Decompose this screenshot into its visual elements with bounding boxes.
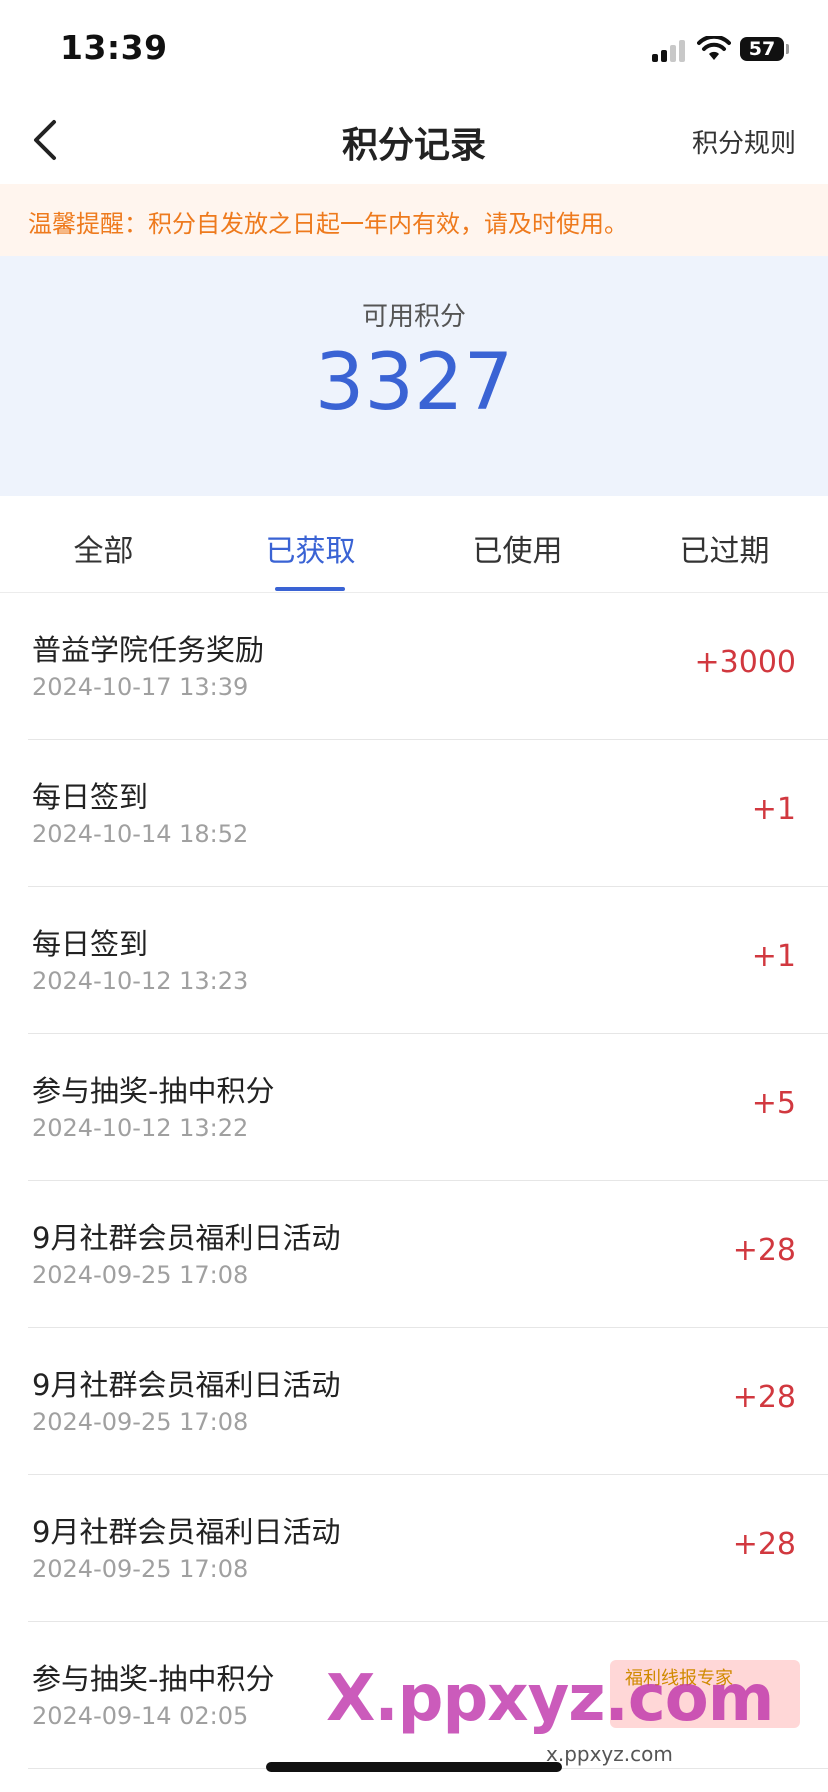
record-points: +1 [751, 939, 796, 974]
list-item[interactable]: 9月社群会员福利日活动 2024-09-25 17:08 +28 [28, 1181, 828, 1328]
record-title: 9月社群会员福利日活动 [32, 1368, 341, 1402]
record-date: 2024-09-14 02:05 [32, 1702, 249, 1730]
notice-text: 温馨提醒：积分自发放之日起一年内有效，请及时使用。 [28, 210, 628, 238]
list-item[interactable]: 每日签到 2024-10-14 18:52 +1 [28, 740, 828, 887]
record-title: 9月社群会员福利日活动 [32, 1221, 341, 1255]
record-points: +1 [751, 792, 796, 827]
record-title: 参与抽奖-抽中积分 [32, 1074, 275, 1108]
list-item[interactable]: 普益学院任务奖励 2024-10-17 13:39 +3000 [28, 593, 828, 740]
points-value: 3327 [314, 338, 514, 428]
status-time: 13:39 [60, 28, 168, 67]
wifi-icon [697, 36, 731, 60]
record-points: +5 [751, 1086, 796, 1121]
record-title: 每日签到 [32, 780, 149, 814]
record-points: +28 [732, 1380, 796, 1415]
tab-all[interactable]: 全部 [0, 526, 207, 570]
list-item[interactable]: 9月社群会员福利日活动 2024-09-25 17:08 +28 [28, 1328, 828, 1475]
record-date: 2024-09-25 17:08 [32, 1555, 249, 1583]
notice-banner: 温馨提醒：积分自发放之日起一年内有效，请及时使用。 [0, 184, 828, 256]
record-date: 2024-09-25 17:08 [32, 1408, 249, 1436]
tab-used[interactable]: 已使用 [414, 526, 621, 570]
home-indicator [266, 1762, 562, 1772]
record-points: +28 [732, 1233, 796, 1268]
list-item[interactable]: 参与抽奖-抽中积分 2024-09-14 02:05 [28, 1622, 828, 1769]
list-item[interactable]: 9月社群会员福利日活动 2024-09-25 17:08 +28 [28, 1475, 828, 1622]
record-date: 2024-10-12 13:22 [32, 1114, 249, 1142]
nav-bar: 积分记录 积分规则 [0, 96, 828, 184]
record-date: 2024-10-17 13:39 [32, 673, 249, 701]
record-points: +3000 [694, 645, 796, 680]
list-item[interactable]: 每日签到 2024-10-12 13:23 +1 [28, 887, 828, 1034]
tab-bar: 全部 已获取 已使用 已过期 [0, 496, 828, 593]
record-title: 普益学院任务奖励 [32, 633, 265, 667]
tab-earned[interactable]: 已获取 [207, 526, 414, 570]
record-date: 2024-10-12 13:23 [32, 967, 249, 995]
record-date: 2024-10-14 18:52 [32, 820, 249, 848]
battery-icon: 57 [740, 37, 784, 61]
tab-expired[interactable]: 已过期 [621, 526, 828, 570]
tab-active-indicator [275, 587, 345, 591]
points-label: 可用积分 [361, 302, 466, 332]
cellular-signal-icon [652, 40, 688, 62]
battery-tip [786, 44, 789, 54]
record-title: 参与抽奖-抽中积分 [32, 1662, 275, 1696]
list-item[interactable]: 参与抽奖-抽中积分 2024-10-12 13:22 +5 [28, 1034, 828, 1181]
status-bar: 13:39 57 [0, 0, 828, 96]
record-date: 2024-09-25 17:08 [32, 1261, 249, 1289]
points-panel: 可用积分 3327 [0, 256, 828, 496]
points-rules-link[interactable]: 积分规则 [692, 123, 796, 160]
record-title: 每日签到 [32, 927, 149, 961]
points-record-list: 普益学院任务奖励 2024-10-17 13:39 +3000 每日签到 202… [0, 593, 828, 1769]
record-points: +28 [732, 1527, 796, 1562]
record-title: 9月社群会员福利日活动 [32, 1515, 341, 1549]
